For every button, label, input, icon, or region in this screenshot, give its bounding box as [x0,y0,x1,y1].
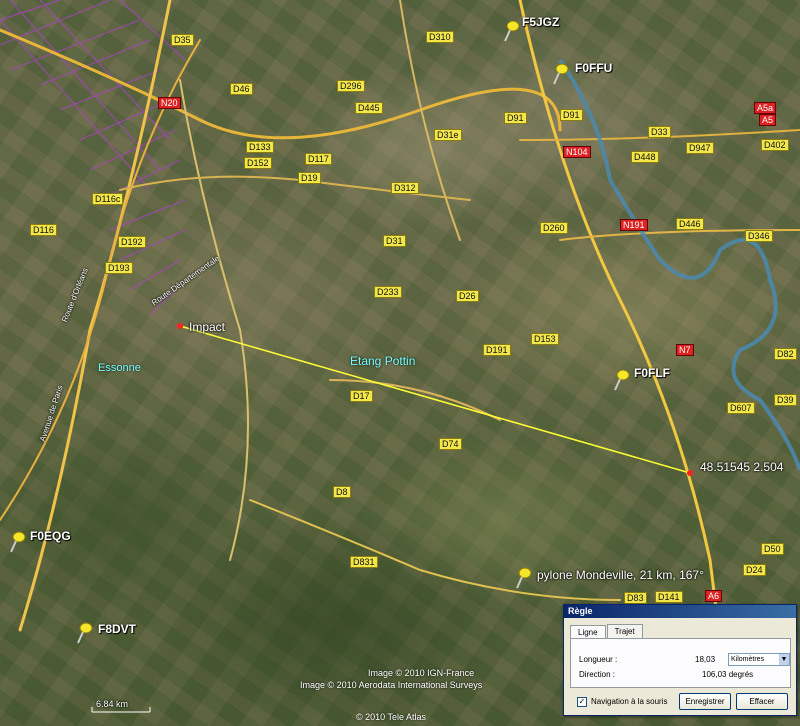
road-shield-d91-a: D91 [504,112,527,124]
road-shield-d346: D346 [745,230,773,242]
road-shield-d448: D448 [631,151,659,163]
length-value: 18,03 [695,655,716,664]
pushpin-icon[interactable] [8,531,26,553]
road-shield-d947: D947 [686,142,714,154]
road-network [0,0,800,642]
unit-select[interactable]: Kilomètres ▼ [728,653,790,666]
pushpin-icon[interactable] [502,20,520,42]
ruler-tabs: Ligne Trajet [570,624,644,639]
mouse-nav-label: Navigation à la souris [591,697,668,706]
ruler-dialog[interactable]: Règle Ligne Trajet Longueur : 18,03 Kilom… [563,604,797,716]
ruler-title[interactable]: Règle [564,605,796,618]
road-shield-d607: D607 [727,402,755,414]
road-shield-d26: D26 [456,290,479,302]
road-shield-d446: D446 [676,218,704,230]
road-shield-n20: N20 [158,97,181,109]
road-shield-d133: D133 [246,141,274,153]
road-shield-d82: D82 [774,348,797,360]
road-shield-d50: D50 [761,543,784,555]
impact-marker[interactable] [177,323,183,329]
callsign-f5jgz[interactable]: F5JGZ [522,15,559,29]
road-shield-d116c: D116c [92,193,124,205]
pushpin-icon[interactable] [514,567,532,589]
chevron-down-icon[interactable]: ▼ [779,654,789,665]
road-shield-n7: N7 [676,344,694,356]
direction-value: 106,03 degrés [702,670,754,679]
road-shield-d35: D35 [171,34,194,46]
road-shield-d260: D260 [540,222,568,234]
road-shield-d233: D233 [374,286,402,298]
scale-label: 6.84 km [96,699,129,709]
road-shield-d152: D152 [244,157,272,169]
road-shield-d192: D192 [118,236,146,248]
etang-pottin-label: Etang Pottin [350,354,416,368]
direction-label: Direction : [579,670,616,679]
clear-button[interactable]: Effacer [736,693,788,710]
road-shield-d312: D312 [391,182,419,194]
credit-ign: Image © 2010 IGN-France [368,668,475,678]
road-shield-d117: D117 [305,153,332,165]
callsign-f0flf[interactable]: F0FLF [634,366,670,380]
length-label: Longueur : [579,655,618,664]
road-shield-a5: A5 [759,114,777,126]
credit-aerodata: Image © 2010 Aerodata International Surv… [300,680,483,690]
road-shield-d74: D74 [439,438,462,450]
callsign-f0ffu[interactable]: F0FFU [575,61,612,75]
pushpin-icon[interactable] [612,369,630,391]
road-shield-d116: D116 [30,224,57,236]
road-shield-d83: D83 [624,592,647,604]
road-shield-n191: N191 [620,219,648,231]
road-shield-d17: D17 [350,390,373,402]
tab-trajet[interactable]: Trajet [606,624,643,638]
endpoint-marker[interactable] [687,470,693,476]
unit-select-value: Kilomètres [731,656,765,663]
pylone-label[interactable]: pylone Mondeville, 21 km, 167° [537,568,704,582]
pushpin-icon[interactable] [75,622,93,644]
road-shield-d31: D31 [383,235,406,247]
restricted-zone-hatch [0,0,186,316]
road-shield-d310: D310 [426,31,454,43]
road-shield-d31e: D31e [434,129,462,141]
road-shield-d402: D402 [761,139,789,151]
road-shield-d91-b: D91 [560,109,583,121]
impact-label[interactable]: Impact [189,320,225,334]
essonne-label: Essonne [98,362,141,374]
callsign-f0eqg[interactable]: F0EQG [30,529,71,543]
road-shield-a6: A6 [705,590,723,602]
road-shield-d8: D8 [333,486,351,498]
road-shield-d191: D191 [483,344,511,356]
credit-teleatlas: © 2010 Tele Atlas [356,712,427,722]
pushpin-icon[interactable] [551,63,569,85]
mouse-nav-checkbox[interactable]: ✓ [577,697,587,707]
ruler-panel: Longueur : 18,03 Kilomètres ▼ Direction … [570,638,791,688]
road-shield-d24: D24 [743,564,766,576]
road-shield-d39: D39 [774,394,797,406]
road-shield-d445: D445 [355,102,383,114]
road-shield-d831: D831 [350,556,378,568]
road-shield-d19: D19 [298,172,321,184]
road-shield-d141: D141 [655,591,683,603]
road-shield-d153: D153 [531,333,559,345]
road-shield-d46: D46 [230,83,253,95]
road-shield-d296: D296 [337,80,365,92]
road-shield-d33: D33 [648,126,671,138]
callsign-f8dvt[interactable]: F8DVT [98,622,136,636]
tab-ligne[interactable]: Ligne [570,625,606,639]
measure-line[interactable] [179,325,691,474]
coordinates-label[interactable]: 48.51545 2.504 [700,460,783,474]
road-shield-a5a: A5a [754,102,777,114]
save-button[interactable]: Enregistrer [679,693,731,710]
road-shield-n104: N104 [563,146,591,158]
road-shield-d193: D193 [105,262,133,274]
